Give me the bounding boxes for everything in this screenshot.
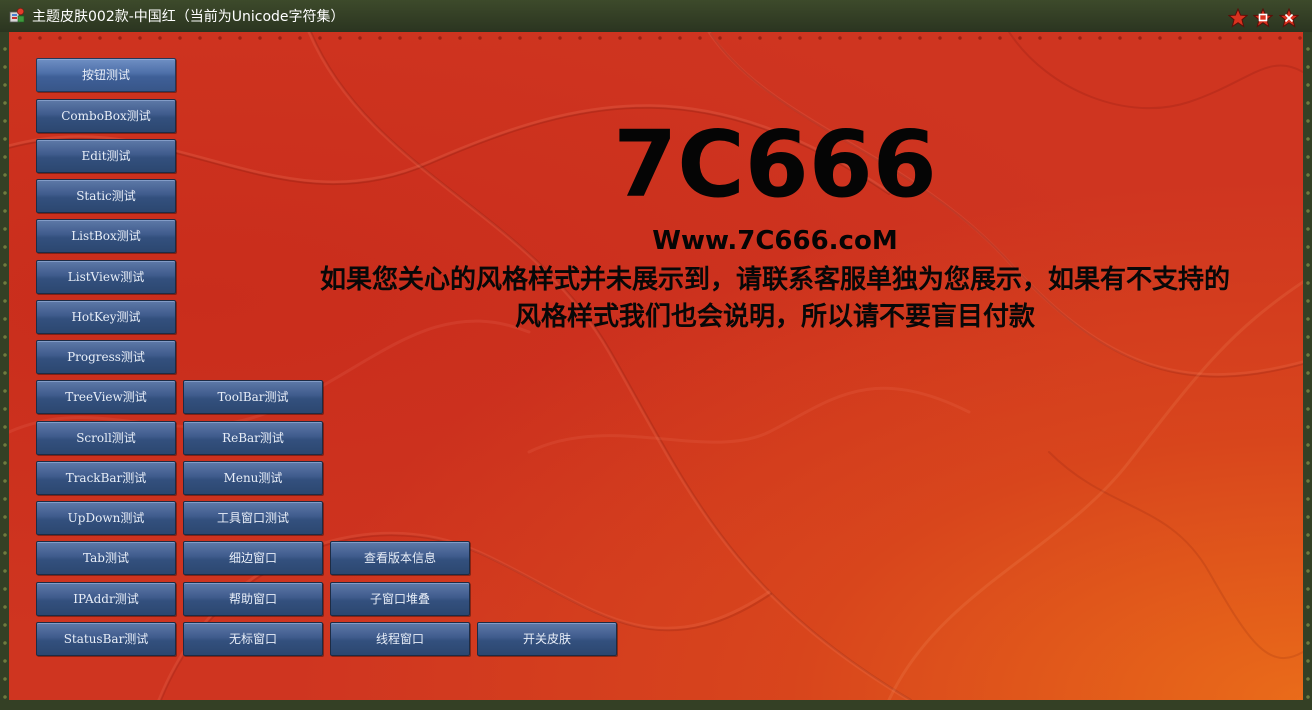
listbox-test-button[interactable]: ListBox测试	[36, 219, 176, 253]
toolbar-test-button[interactable]: ToolBar测试	[183, 380, 323, 414]
button-test-button[interactable]: 按钮测试	[36, 58, 176, 92]
maximize-icon[interactable]	[1253, 8, 1273, 28]
treeview-test-button[interactable]: TreeView测试	[36, 380, 176, 414]
scroll-test-button[interactable]: Scroll测试	[36, 421, 176, 455]
close-icon[interactable]	[1279, 8, 1299, 28]
app-icon	[9, 7, 25, 23]
progress-test-button[interactable]: Progress测试	[36, 340, 176, 374]
notice-text: 如果您关心的风格样式并未展示到，请联系客服单独为您展示，如果有不支持的风格样式我…	[320, 265, 1231, 332]
static-test-button[interactable]: Static测试	[36, 179, 176, 213]
skin-star-icon[interactable]	[1228, 8, 1248, 28]
thread-window-button[interactable]: 线程窗口	[330, 622, 470, 656]
main-window: 主题皮肤002款-中国红（当前为Unicode字符集） 按钮测试 ComboBo…	[0, 0, 1312, 710]
rebar-test-button[interactable]: ReBar测试	[183, 421, 323, 455]
website-link: Www.7C666.coM	[652, 226, 898, 256]
tool-window-test-button[interactable]: 工具窗口测试	[183, 501, 323, 535]
thin-border-window-button[interactable]: 细边窗口	[183, 541, 323, 575]
frame-right-border	[1304, 40, 1312, 700]
combobox-test-button[interactable]: ComboBox测试	[36, 99, 176, 133]
menu-test-button[interactable]: Menu测试	[183, 461, 323, 495]
listview-test-button[interactable]: ListView测试	[36, 260, 176, 294]
view-version-button[interactable]: 查看版本信息	[330, 541, 470, 575]
title-bar[interactable]: 主题皮肤002款-中国红（当前为Unicode字符集）	[0, 0, 1312, 32]
help-window-button[interactable]: 帮助窗口	[183, 582, 323, 616]
toggle-skin-button[interactable]: 开关皮肤	[477, 622, 617, 656]
child-window-stack-button[interactable]: 子窗口堆叠	[330, 582, 470, 616]
frame-left-border	[1, 40, 9, 700]
untitled-window-button[interactable]: 无标窗口	[183, 622, 323, 656]
frame-top-ornament	[10, 33, 1302, 43]
brand-title: 7C666	[613, 111, 937, 218]
statusbar-test-button[interactable]: StatusBar测试	[36, 622, 176, 656]
updown-test-button[interactable]: UpDown测试	[36, 501, 176, 535]
ipaddr-test-button[interactable]: IPAddr测试	[36, 582, 176, 616]
hotkey-test-button[interactable]: HotKey测试	[36, 300, 176, 334]
tab-test-button[interactable]: Tab测试	[36, 541, 176, 575]
edit-test-button[interactable]: Edit测试	[36, 139, 176, 173]
trackbar-test-button[interactable]: TrackBar测试	[36, 461, 176, 495]
window-title: 主题皮肤002款-中国红（当前为Unicode字符集）	[32, 9, 345, 25]
